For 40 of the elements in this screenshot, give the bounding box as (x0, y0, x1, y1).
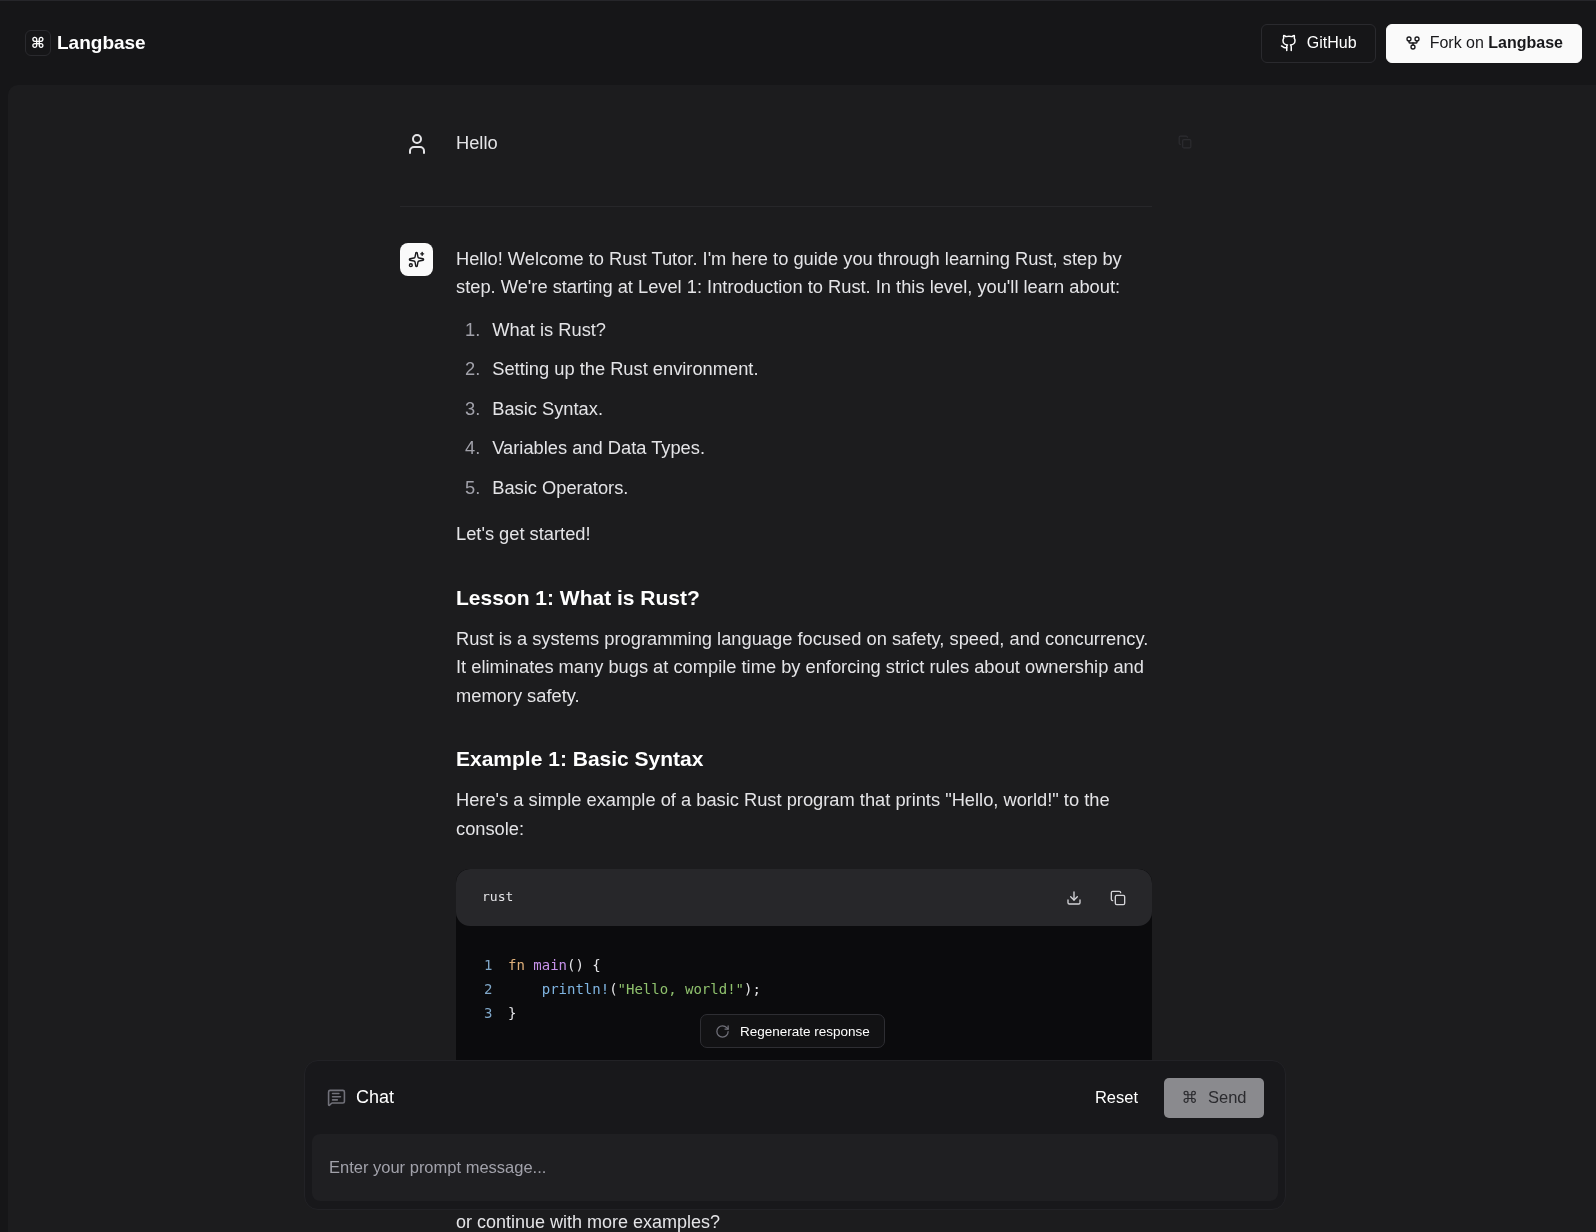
line-number: 1 (484, 956, 494, 975)
message-text: or continue with more examples? (456, 1213, 721, 1231)
list-number: 1. (465, 317, 481, 342)
copy-icon[interactable] (1110, 889, 1126, 906)
message-text: Let's get started! (456, 522, 592, 546)
list-number: 3. (465, 396, 481, 421)
list-number: 4. (465, 436, 481, 460)
line-number: 3 (484, 1004, 494, 1023)
chat-icon (327, 1088, 346, 1107)
list-item: Basic Operators. (492, 475, 629, 500)
prompt-input[interactable]: Enter your prompt message... (312, 1134, 1278, 1201)
refresh-icon (715, 1023, 730, 1039)
line-number: 2 (484, 980, 494, 999)
code-line: } (508, 1004, 517, 1023)
chat-title: Chat (356, 1087, 395, 1108)
code-line: println!("Hello, world!"); (540, 980, 761, 999)
list-item: Setting up the Rust environment. (492, 357, 759, 381)
list-number: 2. (465, 357, 481, 381)
fork-button[interactable]: Fork on Langbase (1385, 23, 1582, 63)
logo-icon: ⌘ (25, 30, 51, 56)
message-text: Here's a simple example of a basic Rust program that prints "Hello, world!" to the console: (456, 788, 1111, 841)
reset-button[interactable]: Reset (1094, 1088, 1138, 1107)
message-text: Rust is a systems programming language focused on safety, speed, and concurrency. It eliminates many bugs at compile time by enforcing strict rules about ownership and memory safety. (456, 626, 1150, 708)
list-number: 5. (465, 475, 481, 500)
github-button[interactable]: GitHub (1260, 23, 1376, 63)
list-item: Variables and Data Types. (492, 436, 705, 460)
section-heading: Lesson 1: What is Rust? (456, 584, 701, 611)
regenerate-button[interactable]: Regenerate response (700, 1014, 885, 1048)
brand-name: Langbase (57, 32, 146, 54)
code-line: fn main() { (508, 956, 601, 975)
list-item: Basic Syntax. (492, 396, 603, 421)
fork-icon (1404, 35, 1421, 51)
assistant-avatar (400, 242, 433, 276)
download-icon[interactable] (1066, 889, 1082, 906)
message-text: Hello! Welcome to Rust Tutor. I'm here to guide you through learning Rust, step by step. We're starting at Level 1: Introduction to Rust. In this level, you'll learn about: (456, 246, 1123, 299)
section-heading: Example 1: Basic Syntax (456, 746, 705, 772)
code-language: rust (482, 888, 514, 907)
list-item: What is Rust? (492, 317, 607, 342)
message-text: Hello (456, 131, 499, 155)
github-icon (1279, 34, 1298, 52)
